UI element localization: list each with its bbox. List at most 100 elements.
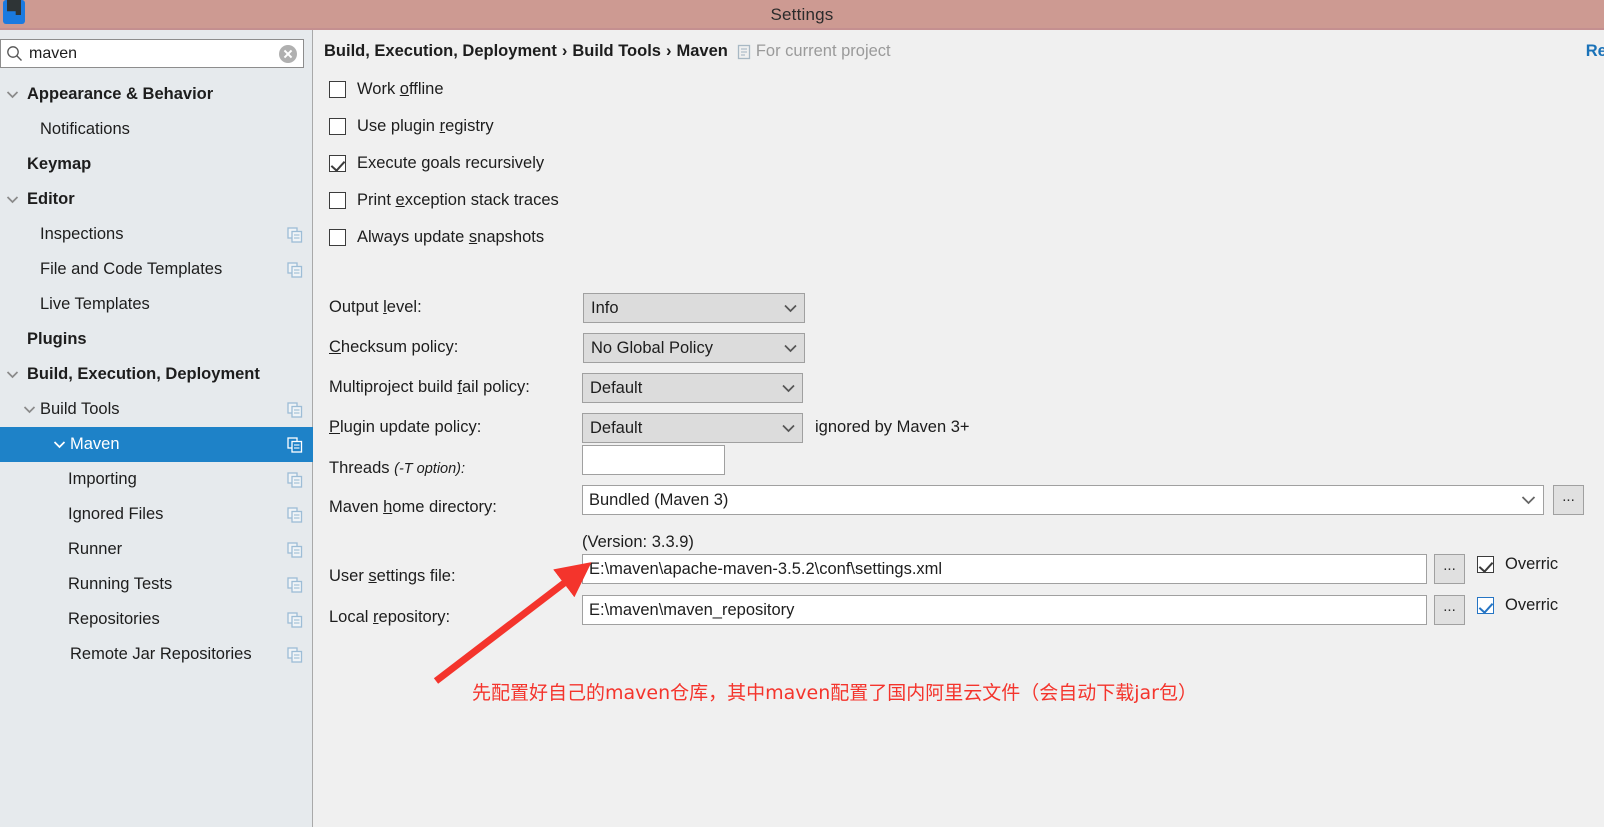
multiproject-fail-policy-dropdown[interactable]: Default xyxy=(582,373,803,403)
sidebar-item-label: Appearance & Behavior xyxy=(27,85,214,103)
sidebar-item-repositories[interactable]: Repositories xyxy=(0,602,313,637)
threads-input[interactable] xyxy=(582,445,725,475)
sidebar-item-label: Editor xyxy=(27,190,75,208)
chevron-down-icon[interactable] xyxy=(52,438,66,452)
sidebar-item-plugins[interactable]: Plugins xyxy=(0,322,313,357)
chevron-down-icon xyxy=(776,344,804,353)
sidebar-item-label: Plugins xyxy=(27,330,87,348)
work-offline-checkbox-label: Work offline xyxy=(357,80,444,98)
copy-settings-icon[interactable] xyxy=(287,646,303,663)
sidebar-item-build-execution-deployment[interactable]: Build, Execution, Deployment xyxy=(0,357,313,392)
sidebar-item-live-templates[interactable]: Live Templates xyxy=(0,287,313,322)
window-title: Settings xyxy=(770,4,834,24)
maven-home-browse-button[interactable]: ... xyxy=(1553,485,1584,515)
sidebar-item-label: Notifications xyxy=(40,120,130,138)
multiproject-fail-policy-label: Multiproject build fail policy: xyxy=(329,378,530,396)
checksum-policy-dropdown[interactable]: No Global Policy xyxy=(583,333,805,363)
local-repository-browse-button[interactable]: ... xyxy=(1434,595,1465,625)
copy-settings-icon[interactable] xyxy=(287,506,303,523)
chevron-down-icon xyxy=(774,384,802,393)
sidebar-item-label: Live Templates xyxy=(40,295,150,313)
print-exception-stack-traces-checkbox[interactable]: Print exception stack traces xyxy=(329,191,559,210)
sidebar-item-label: Maven xyxy=(70,435,120,453)
breadcrumb-part-3[interactable]: Maven xyxy=(676,42,727,61)
checkbox-box xyxy=(329,229,346,246)
copy-settings-icon[interactable] xyxy=(287,261,303,278)
multiproject-fail-policy-value: Default xyxy=(590,378,643,397)
reset-link[interactable]: Res xyxy=(1586,42,1604,61)
override-user-settings-checkbox[interactable]: Overric xyxy=(1477,555,1558,574)
local-repository-input[interactable]: E:\maven\maven_repository xyxy=(582,595,1427,625)
window-title-bar: Settings xyxy=(0,0,1604,29)
settings-dialog: Settings maven Appearance & Behavior Noti… xyxy=(0,0,1604,827)
copy-settings-icon[interactable] xyxy=(287,541,303,558)
plugin-update-policy-dropdown[interactable]: Default xyxy=(582,413,803,443)
search-input[interactable]: maven xyxy=(27,45,273,63)
chevron-down-icon[interactable] xyxy=(1513,495,1543,505)
copy-settings-icon[interactable] xyxy=(287,471,303,488)
use-plugin-registry-checkbox[interactable]: Use plugin registry xyxy=(329,117,494,136)
sidebar-item-runner[interactable]: Runner xyxy=(0,532,313,567)
sidebar-item-label: Ignored Files xyxy=(68,505,164,523)
sidebar-item-running-tests[interactable]: Running Tests xyxy=(0,567,313,602)
breadcrumb: Build, Execution, Deployment › Build Too… xyxy=(324,42,891,61)
breadcrumb-part-2[interactable]: Build Tools xyxy=(572,42,661,61)
copy-settings-icon[interactable] xyxy=(287,401,303,418)
local-repository-value: E:\maven\maven_repository xyxy=(589,600,795,619)
sidebar-item-remote-jar-repositories[interactable]: Remote Jar Repositories xyxy=(0,637,313,672)
intellij-idea-icon xyxy=(3,0,25,24)
print-exception-stack-traces-checkbox-label: Print exception stack traces xyxy=(357,191,559,209)
override-local-repository-label: Overric xyxy=(1505,596,1559,614)
sidebar-item-build-tools[interactable]: Build Tools xyxy=(0,392,313,427)
copy-settings-icon[interactable] xyxy=(287,226,303,243)
sidebar-item-inspections[interactable]: Inspections xyxy=(0,217,313,252)
user-settings-file-input[interactable]: E:\maven\apache-maven-3.5.2\conf\setting… xyxy=(582,554,1427,584)
execute-goals-recursively-checkbox-label: Execute goals recursively xyxy=(357,154,545,172)
breadcrumb-separator-1: › xyxy=(561,42,568,60)
sidebar-item-editor[interactable]: Editor xyxy=(0,182,313,217)
breadcrumb-separator-2: › xyxy=(665,42,672,60)
checkbox-box xyxy=(329,118,346,135)
sidebar-item-label: File and Code Templates xyxy=(40,260,223,278)
sidebar-item-notifications[interactable]: Notifications xyxy=(0,112,313,147)
search-field[interactable]: maven xyxy=(0,39,304,68)
work-offline-checkbox[interactable]: Work offline xyxy=(329,80,444,99)
chevron-down-icon[interactable] xyxy=(5,368,19,382)
sidebar-item-label: Inspections xyxy=(40,225,124,243)
settings-sidebar: maven Appearance & Behavior Notifications… xyxy=(0,30,313,827)
checkbox-box xyxy=(329,192,346,209)
sidebar-item-maven[interactable]: Maven xyxy=(0,427,313,462)
chevron-down-icon xyxy=(776,304,804,313)
maven-home-directory-label: Maven home directory: xyxy=(329,498,497,516)
user-settings-file-value: E:\maven\apache-maven-3.5.2\conf\setting… xyxy=(589,559,943,578)
sidebar-item-file-and-code-templates[interactable]: File and Code Templates xyxy=(0,252,313,287)
user-settings-file-browse-button[interactable]: ... xyxy=(1434,554,1465,584)
sidebar-item-keymap[interactable]: Keymap xyxy=(0,147,313,182)
settings-main-panel: Build, Execution, Deployment › Build Too… xyxy=(314,30,1604,827)
copy-settings-icon[interactable] xyxy=(287,576,303,593)
chevron-down-icon[interactable] xyxy=(5,193,19,207)
chevron-down-icon[interactable] xyxy=(22,403,36,417)
chevron-down-icon xyxy=(774,424,802,433)
output-level-dropdown[interactable]: Info xyxy=(583,293,805,323)
breadcrumb-part-1[interactable]: Build, Execution, Deployment xyxy=(324,42,557,61)
plugin-update-policy-label: Plugin update policy: xyxy=(329,418,482,436)
override-local-repository-checkbox[interactable]: Overric xyxy=(1477,596,1558,615)
sidebar-item-appearance-behavior[interactable]: Appearance & Behavior xyxy=(0,77,313,112)
sidebar-item-importing[interactable]: Importing xyxy=(0,462,313,497)
checkbox-box xyxy=(1477,597,1494,614)
maven-version-note: (Version: 3.3.9) xyxy=(582,533,694,551)
copy-settings-icon[interactable] xyxy=(287,436,303,453)
search-icon xyxy=(1,40,27,67)
copy-settings-icon[interactable] xyxy=(287,611,303,628)
clear-search-icon[interactable] xyxy=(273,40,303,67)
always-update-snapshots-checkbox[interactable]: Always update snapshots xyxy=(329,228,544,247)
maven-home-directory-combo[interactable]: Bundled (Maven 3) xyxy=(582,485,1544,515)
user-settings-file-label: User settings file: xyxy=(329,567,456,585)
checksum-policy-label: Checksum policy: xyxy=(329,338,459,356)
checkbox-box xyxy=(329,155,346,172)
sidebar-item-ignored-files[interactable]: Ignored Files xyxy=(0,497,313,532)
chevron-down-icon[interactable] xyxy=(5,88,19,102)
sidebar-item-label: Repositories xyxy=(68,610,160,628)
execute-goals-recursively-checkbox[interactable]: Execute goals recursively xyxy=(329,154,544,173)
